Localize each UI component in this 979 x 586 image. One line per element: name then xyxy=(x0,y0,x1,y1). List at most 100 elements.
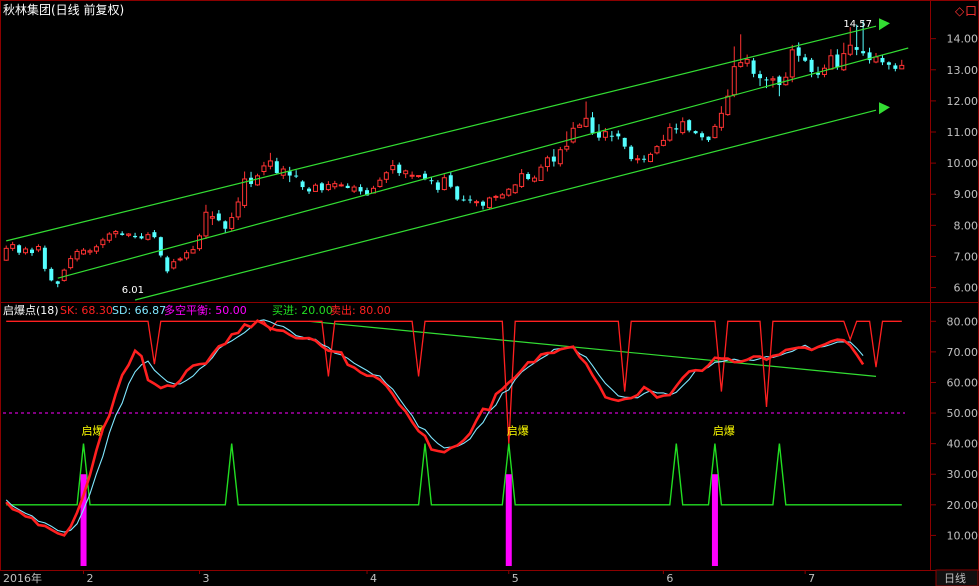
extreme-price-label: 14.57 xyxy=(843,19,872,30)
candle-body-up xyxy=(171,261,177,269)
candle-body-up xyxy=(203,211,209,237)
candle-body-up xyxy=(10,244,16,249)
candle-body-down xyxy=(307,188,312,192)
candle-body-down xyxy=(526,174,531,179)
candle-body-up xyxy=(873,56,879,63)
candle-body-up xyxy=(197,235,203,250)
breakout-marker-bar xyxy=(505,474,512,566)
candle-body-up xyxy=(74,250,80,260)
period-button-label[interactable]: 日线 xyxy=(944,571,966,585)
time-tick-label: 2 xyxy=(87,572,94,585)
candle-body-down xyxy=(29,249,34,254)
candle-body-up xyxy=(126,233,132,236)
candle-body-down xyxy=(590,117,595,133)
indicator-tick-label: 80.00 xyxy=(947,315,979,328)
sd-value: SD: 66.87 xyxy=(112,304,166,317)
candle-body-up xyxy=(474,201,480,204)
sk-value: SK: 68.30 xyxy=(60,304,113,317)
candle-body-down xyxy=(609,135,614,137)
candle-body-up xyxy=(493,195,499,198)
channel-arrow-lower xyxy=(879,102,891,115)
price-channel xyxy=(6,18,909,301)
candle-body-down xyxy=(693,131,698,134)
candle-body-down xyxy=(42,247,47,269)
indicator-tick-label: 70.00 xyxy=(947,346,979,359)
balance-value: 多空平衡: 50.00 xyxy=(164,303,247,317)
candle-body-up xyxy=(113,231,119,235)
chart-frame xyxy=(0,0,979,571)
price-tick-label: 8.00 xyxy=(954,219,979,232)
candle-body-down xyxy=(758,74,763,79)
candle-body-up xyxy=(229,217,235,229)
candle-body-up xyxy=(577,124,583,128)
chart-title: 秋林集团(日线 前复权) xyxy=(3,2,124,17)
candle-body-up xyxy=(602,131,608,138)
candle-body-up xyxy=(409,174,415,177)
candle-body-up xyxy=(564,145,570,150)
candle-body-up xyxy=(267,160,273,167)
candle-body-up xyxy=(660,139,666,146)
candle-body-down xyxy=(358,187,363,192)
candle-body-down xyxy=(886,62,891,65)
candle-body-up xyxy=(261,165,267,173)
price-tick-label: 7.00 xyxy=(954,250,979,263)
corner-flag-icon[interactable]: 口 xyxy=(965,4,977,18)
candle-body-up xyxy=(416,175,422,178)
stock-chart-canvas: 14.00 13.00 12.00 11.00 10.00 9.00 8.00 7.00 6.0… xyxy=(0,0,979,586)
candle-body-down xyxy=(429,180,434,182)
candle-body-up xyxy=(770,78,776,81)
indicator-axis-ticks: 80.00 70.00 60.00 50.00 40.00 30.00 20.00 10.00 xyxy=(931,315,978,542)
candle-body-down xyxy=(223,221,228,229)
candle-body-up xyxy=(383,172,389,180)
candle-body-down xyxy=(880,57,885,63)
candle-body-up xyxy=(390,165,396,171)
candle-body-up xyxy=(338,184,344,187)
candle-body-down xyxy=(687,120,692,131)
candle-body-up xyxy=(190,249,196,254)
candle-body-down xyxy=(455,186,460,200)
candle-body-down xyxy=(809,59,814,72)
candle-body-down xyxy=(165,257,170,272)
candle-body-up xyxy=(486,197,492,209)
candle-body-down xyxy=(551,156,556,162)
candle-body-up xyxy=(106,233,112,241)
candle-body-down xyxy=(861,51,866,54)
indicator-tick-label: 40.00 xyxy=(947,438,979,451)
extreme-price-label: 6.01 xyxy=(122,285,144,296)
candle-body-down xyxy=(397,164,402,174)
candle-body-up xyxy=(177,258,183,261)
candle-body-down xyxy=(468,199,473,201)
candle-body-up xyxy=(351,186,357,192)
channel-line-middle xyxy=(57,47,909,279)
candle-body-down xyxy=(622,137,627,147)
candle-body-up xyxy=(506,188,512,196)
candle-body-down xyxy=(448,175,453,187)
corner-glyph[interactable]: ◇ xyxy=(955,4,965,18)
candle-body-up xyxy=(667,127,673,141)
candle-body-down xyxy=(803,57,808,61)
candle-body-down xyxy=(642,158,647,160)
candle-body-up xyxy=(648,153,654,163)
candle-body-down xyxy=(854,47,859,50)
candle-body-up xyxy=(725,95,731,116)
candle-body-up xyxy=(332,183,338,188)
candle-body-up xyxy=(828,55,834,70)
breakout-marker-bar xyxy=(711,474,718,566)
candle-body-down xyxy=(751,60,756,74)
candle-body-down xyxy=(294,175,299,177)
price-tick-label: 11.00 xyxy=(947,126,979,139)
indicator-tick-label: 20.00 xyxy=(947,499,979,512)
candle-body-down xyxy=(764,79,769,81)
price-tick-label: 6.00 xyxy=(954,282,979,295)
price-tick-label: 13.00 xyxy=(947,64,979,77)
candle-body-down xyxy=(706,136,711,141)
candle-body-up xyxy=(254,175,260,186)
indicator-tick-label: 10.00 xyxy=(947,529,979,542)
candle-body-up xyxy=(532,177,538,182)
candle-body-up xyxy=(403,170,409,175)
candle-body-up xyxy=(61,269,67,281)
candle-body-down xyxy=(17,245,22,253)
price-tick-label: 9.00 xyxy=(954,188,979,201)
breakout-label: 启爆 xyxy=(507,423,529,437)
candle-body-up xyxy=(35,245,41,251)
